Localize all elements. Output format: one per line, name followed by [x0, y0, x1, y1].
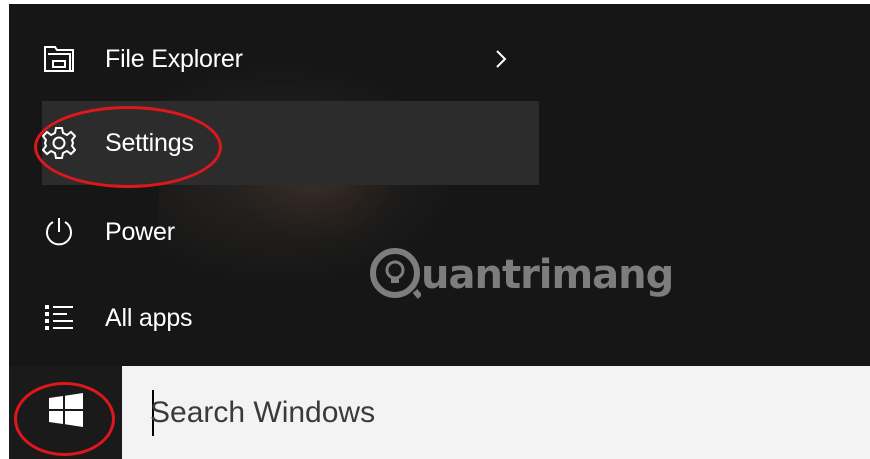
start-button[interactable] — [9, 366, 122, 459]
menu-item-label: All apps — [105, 303, 193, 332]
windows-logo-icon — [48, 393, 83, 432]
menu-item-label: File Explorer — [105, 44, 243, 73]
search-input[interactable] — [150, 392, 840, 434]
lightbulb-icon — [367, 245, 423, 301]
watermark: uantrimang — [367, 241, 674, 305]
power-icon — [40, 213, 78, 251]
start-menu: File Explorer Settings Power All apps ua… — [9, 4, 870, 366]
menu-item-label: Settings — [105, 128, 194, 157]
list-icon — [40, 299, 78, 337]
menu-item-label: Power — [105, 217, 175, 246]
search-box[interactable] — [122, 366, 870, 459]
watermark-text: uantrimang — [421, 252, 674, 298]
folder-explorer-icon — [40, 40, 78, 78]
menu-item-settings[interactable]: Settings — [42, 101, 539, 185]
chevron-right-icon[interactable] — [491, 45, 511, 73]
gear-icon — [40, 124, 78, 162]
menu-item-file-explorer[interactable]: File Explorer — [9, 20, 539, 98]
taskbar — [0, 366, 870, 459]
